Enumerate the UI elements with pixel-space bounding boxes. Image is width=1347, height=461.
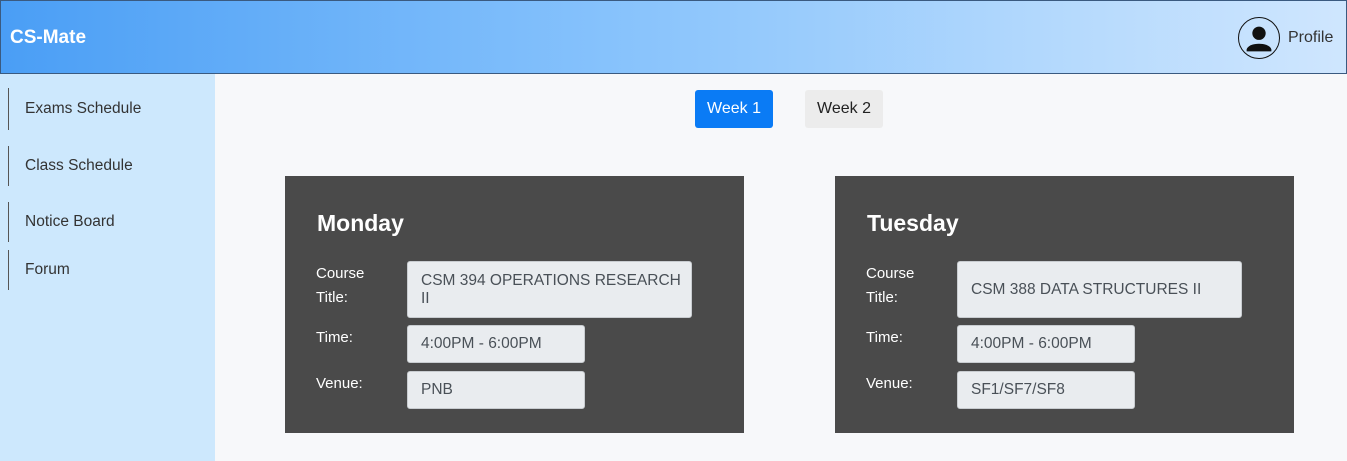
day-title: Tuesday (867, 210, 959, 236)
sidebar-item-label: Class Schedule (25, 157, 133, 174)
sidebar-item-notice-board[interactable]: Notice Board (8, 202, 208, 242)
profile-label[interactable]: Profile (1288, 29, 1333, 47)
course-title-field[interactable]: CSM 394 OPERATIONS RESEARCH II (407, 261, 692, 318)
course-title-field[interactable]: CSM 388 DATA STRUCTURES II (957, 261, 1242, 318)
venue-label: Venue: (316, 375, 363, 392)
sidebar-item-label: Forum (25, 261, 70, 278)
day-title: Monday (317, 210, 404, 236)
venue-field[interactable]: SF1/SF7/SF8 (957, 371, 1135, 409)
user-avatar-icon[interactable] (1238, 17, 1280, 59)
week-2-tab[interactable]: Week 2 (805, 90, 883, 128)
day-card-tuesday: Tuesday Course Title: CSM 388 DATA STRUC… (835, 176, 1294, 433)
course-title-label: Course Title: (316, 265, 365, 306)
sidebar: Exams Schedule Class Schedule Notice Boa… (0, 74, 215, 461)
sidebar-item-exams-schedule[interactable]: Exams Schedule (8, 88, 208, 130)
venue-label: Venue: (866, 375, 913, 392)
time-label: Time: (316, 329, 353, 346)
venue-field[interactable]: PNB (407, 371, 585, 409)
time-field[interactable]: 4:00PM - 6:00PM (407, 325, 585, 363)
sidebar-item-label: Exams Schedule (25, 100, 142, 117)
top-navbar: CS-Mate Profile (0, 0, 1347, 74)
course-title-label: Course Title: (866, 265, 915, 306)
profile-button[interactable]: Profile (1238, 17, 1333, 59)
sidebar-item-label: Notice Board (25, 213, 115, 230)
time-field[interactable]: 4:00PM - 6:00PM (957, 325, 1135, 363)
week-1-tab[interactable]: Week 1 (695, 90, 773, 128)
day-card-monday: Monday Course Title: CSM 394 OPERATIONS … (285, 176, 744, 433)
time-label: Time: (866, 329, 903, 346)
sidebar-item-forum[interactable]: Forum (8, 250, 208, 290)
brand-logo[interactable]: CS-Mate (10, 27, 86, 49)
sidebar-item-class-schedule[interactable]: Class Schedule (8, 146, 208, 186)
